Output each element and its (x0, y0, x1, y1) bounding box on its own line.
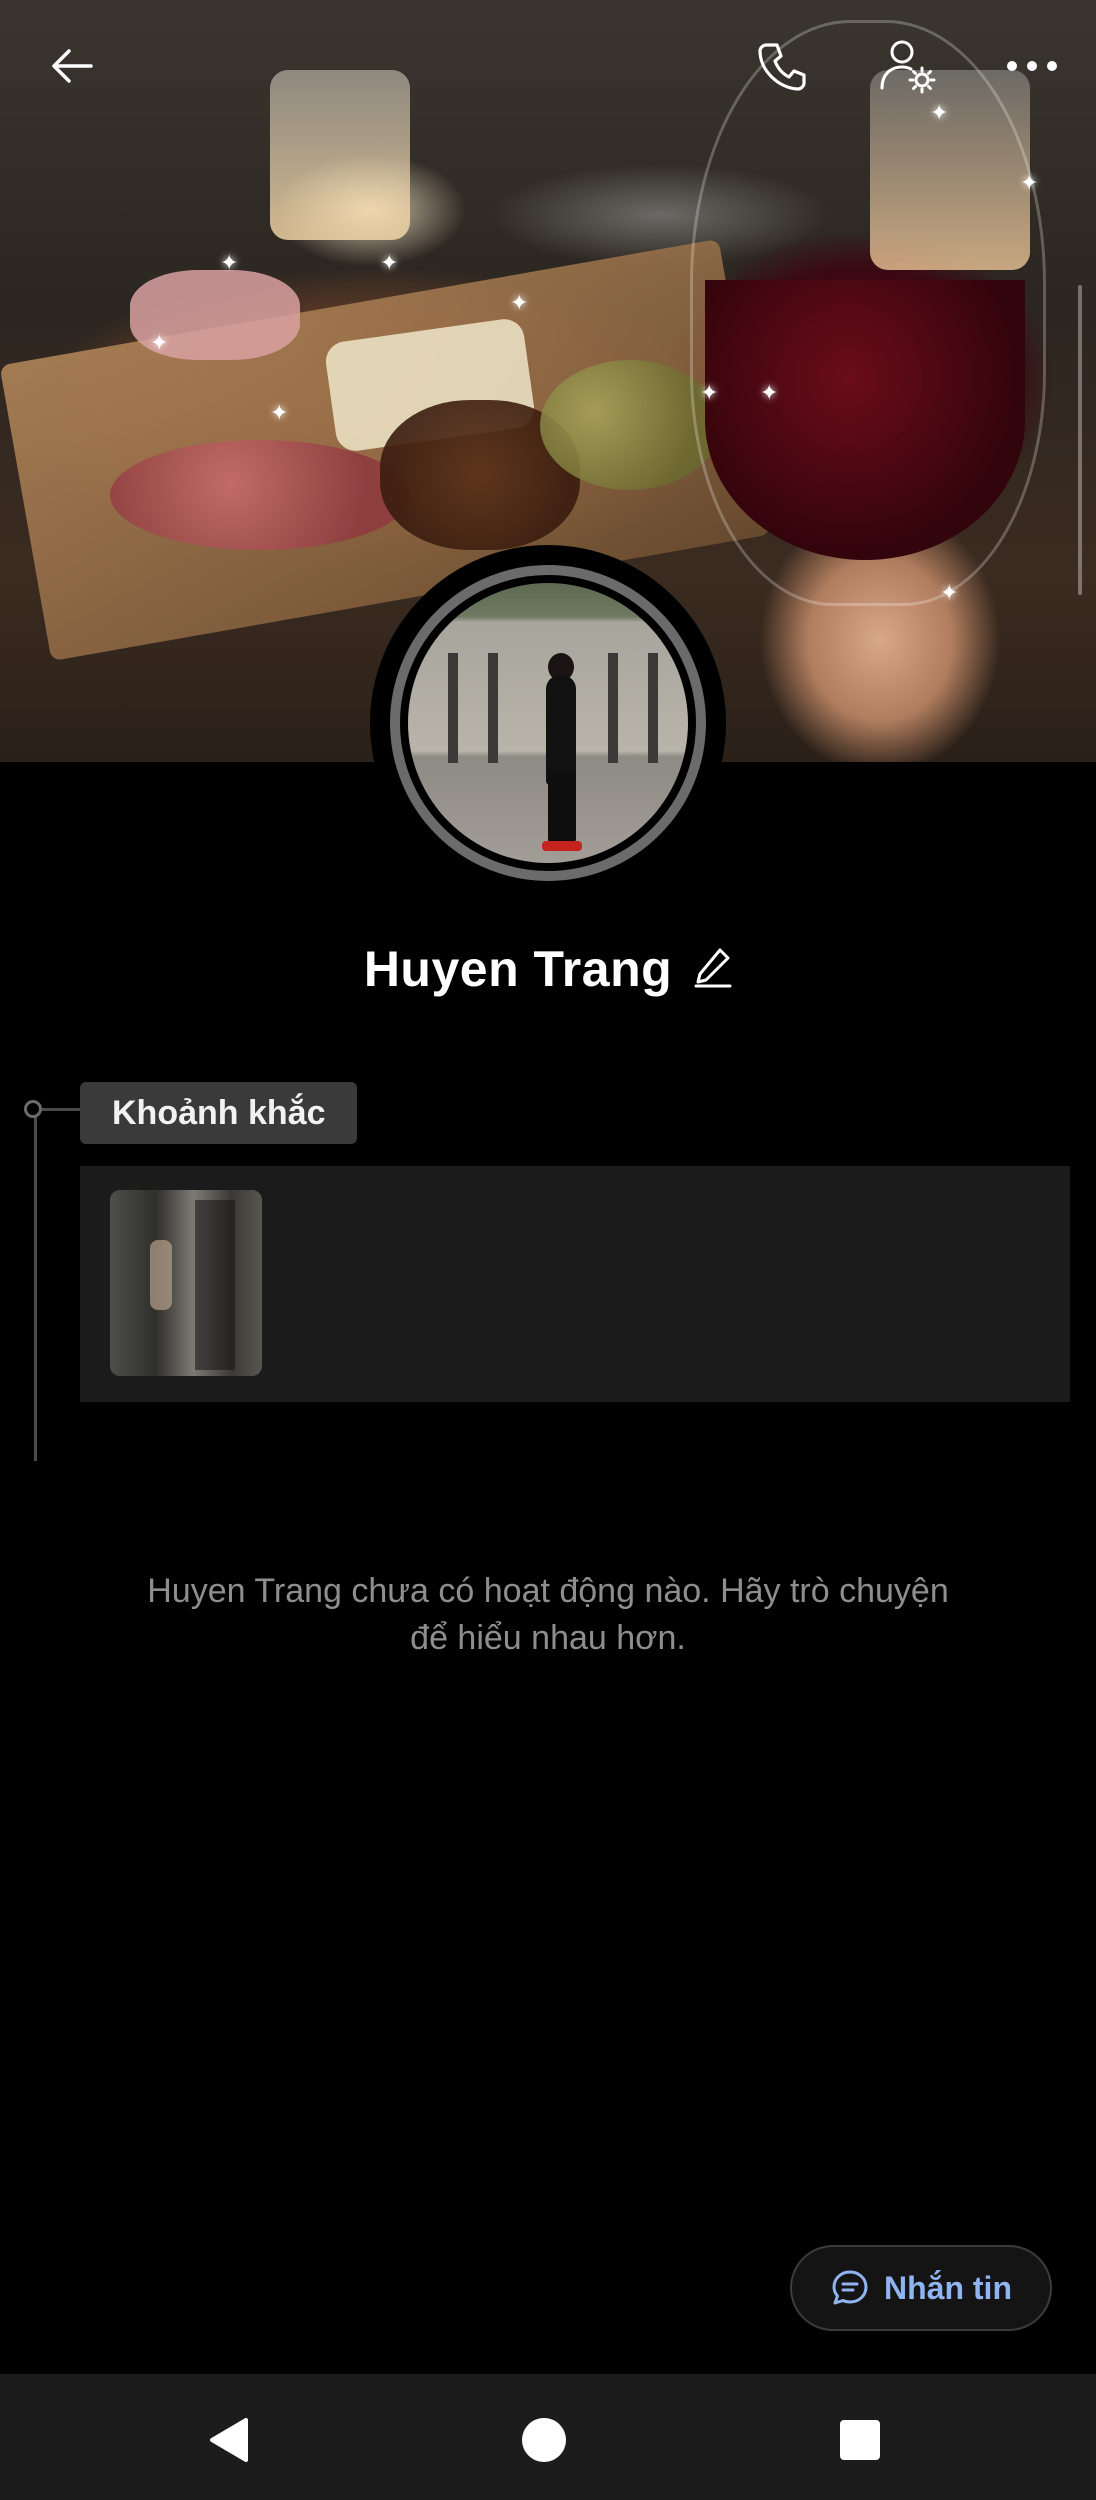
moment-thumbnail-door (195, 1200, 235, 1370)
message-button[interactable]: Nhắn tin (790, 2245, 1052, 2331)
nav-home-button[interactable] (504, 2400, 584, 2480)
sparkle-icon: ✦ (150, 330, 169, 355)
sparkle-icon: ✦ (270, 400, 289, 425)
profile-settings-button[interactable] (872, 30, 944, 102)
profile-name: Huyen Trang (363, 941, 673, 997)
sparkle-icon: ✦ (930, 100, 949, 125)
pencil-icon (694, 948, 732, 987)
arrow-left-icon (52, 49, 93, 83)
moments-card (80, 1166, 1070, 1402)
sparkle-icon: ✦ (220, 250, 239, 275)
scroll-indicator[interactable] (1078, 285, 1082, 595)
chat-bubble-icon (832, 2270, 868, 2305)
sparkle-icon: ✦ (510, 290, 529, 315)
timeline-connector (40, 1108, 80, 1111)
avatar-person (546, 675, 576, 785)
timeline-line (34, 1116, 37, 1461)
user-settings-icon (880, 40, 936, 94)
avatar-wall (448, 653, 458, 763)
empty-activity-message: Huyen Trang chưa có hoạt động nào. Hãy t… (147, 1572, 949, 1657)
cover-candle (270, 70, 410, 240)
phone-icon (758, 43, 806, 91)
circle-home-icon (522, 2418, 566, 2462)
triangle-back-icon (210, 2418, 248, 2462)
avatar-wall (608, 653, 618, 763)
profile-name-row: Huyen Trang (0, 940, 1096, 998)
avatar-photo (408, 583, 688, 863)
avatar-person (542, 841, 582, 851)
cover-wine-glass (690, 20, 1046, 606)
edit-name-button[interactable] (694, 946, 732, 993)
sparkle-icon: ✦ (940, 580, 959, 605)
sparkle-icon: ✦ (380, 250, 399, 275)
avatar-frame (390, 565, 706, 881)
system-nav-bar (0, 2374, 1096, 2500)
sparkle-icon: ✦ (1020, 170, 1039, 195)
call-button[interactable] (746, 30, 818, 102)
square-recent-icon (840, 2420, 880, 2460)
cover-salami (110, 440, 410, 550)
back-button[interactable] (36, 30, 108, 102)
avatar-wall (648, 653, 658, 763)
avatar-wall (488, 653, 498, 763)
sparkle-icon: ✦ (760, 380, 779, 405)
avatar[interactable] (370, 545, 726, 901)
more-options-button[interactable] (996, 30, 1068, 102)
timeline-dot (24, 1100, 42, 1118)
message-button-label: Nhắn tin (884, 2269, 1012, 2306)
more-dots-icon (1007, 61, 1057, 71)
nav-recent-button[interactable] (820, 2400, 900, 2480)
sparkle-icon: ✦ (700, 380, 719, 405)
avatar-person (548, 773, 576, 843)
moment-thumbnail-figure (150, 1240, 172, 1310)
moment-thumbnail[interactable] (110, 1190, 262, 1376)
nav-back-button[interactable] (188, 2400, 268, 2480)
moments-label: Khoảnh khắc (80, 1082, 358, 1144)
